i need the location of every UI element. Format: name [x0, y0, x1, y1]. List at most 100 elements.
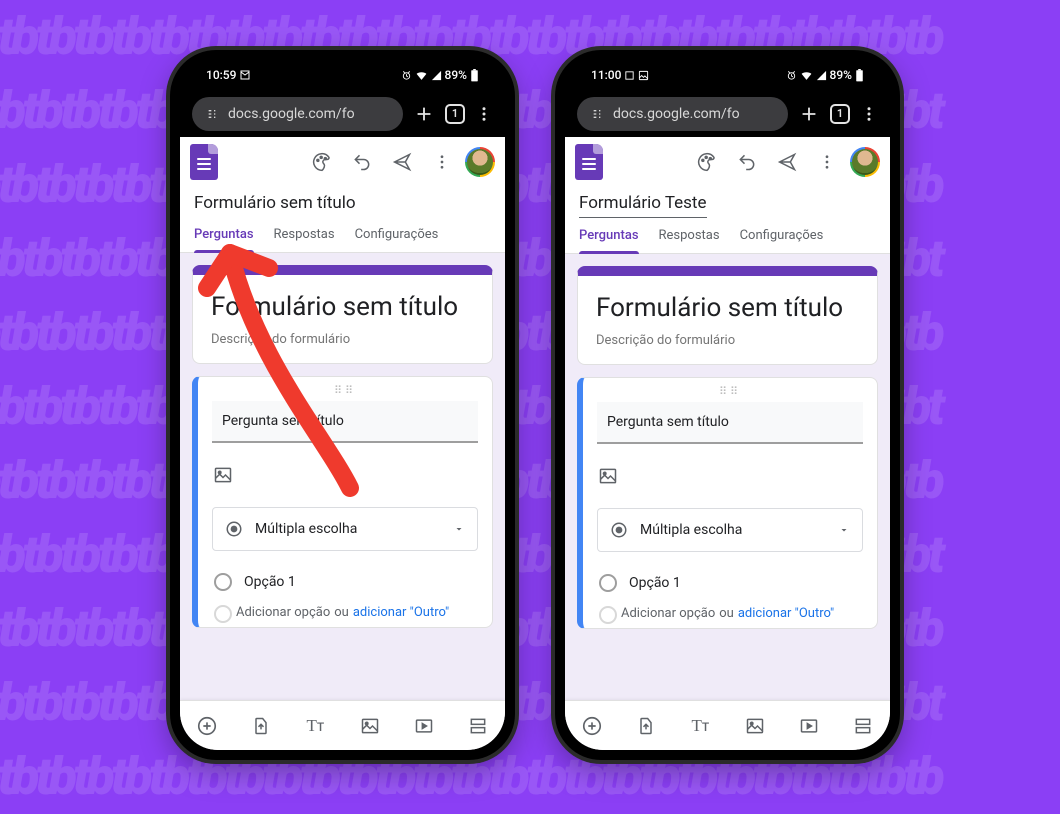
chrome-toolbar: docs.google.com/fo 1	[180, 90, 505, 137]
screen-right: 11:00 89% docs.google.com/fo 1	[565, 60, 890, 750]
add-title-button[interactable]: TT	[303, 714, 327, 738]
undo-button[interactable]	[730, 145, 764, 179]
question-type-selector[interactable]: Múltipla escolha	[212, 507, 478, 551]
tab-responses[interactable]: Respostas	[659, 228, 720, 253]
address-bar[interactable]: docs.google.com/fo	[192, 97, 403, 131]
url-text: docs.google.com/fo	[613, 106, 740, 122]
more-options-button[interactable]	[810, 145, 844, 179]
customize-theme-button[interactable]	[690, 145, 724, 179]
option-label[interactable]: Opção 1	[244, 574, 296, 590]
add-other-link[interactable]: adicionar "Outro"	[353, 605, 449, 623]
or-text: ou	[719, 606, 734, 624]
add-image-button[interactable]	[597, 458, 633, 494]
alarm-icon	[401, 70, 412, 81]
new-tab-button[interactable]	[798, 103, 820, 125]
form-description-input[interactable]: Descrição do formulário	[596, 333, 859, 348]
add-option-link[interactable]: Adicionar opção	[236, 605, 330, 623]
drag-handle-icon[interactable]: ⠿⠿	[212, 387, 478, 401]
option-label[interactable]: Opção 1	[629, 575, 681, 591]
form-description-input[interactable]: Descrição do formulário	[211, 332, 474, 347]
send-button[interactable]	[385, 145, 419, 179]
browser-menu-button[interactable]	[475, 105, 493, 123]
question-card[interactable]: ⠿⠿ Pergunta sem título Múltipla escolha …	[192, 376, 493, 628]
add-video-button[interactable]	[797, 714, 821, 738]
signal-icon	[816, 70, 827, 81]
address-bar[interactable]: docs.google.com/fo	[577, 97, 788, 131]
add-image-button[interactable]	[212, 457, 248, 493]
customize-theme-button[interactable]	[305, 145, 339, 179]
question-type-label: Múltipla escolha	[255, 521, 357, 537]
phone-frame-left: 10:59 89% docs.google.com/fo 1	[170, 50, 515, 760]
import-questions-button[interactable]	[249, 714, 273, 738]
radio-outline-icon	[214, 605, 232, 623]
phone-frame-right: 11:00 89% docs.google.com/fo 1	[555, 50, 900, 760]
battery-icon	[855, 69, 864, 82]
android-status-bar: 10:59 89%	[180, 60, 505, 90]
radio-outline-icon	[214, 573, 232, 591]
question-text-input[interactable]: Pergunta sem título	[212, 401, 478, 443]
add-section-button[interactable]	[466, 714, 490, 738]
new-tab-button[interactable]	[413, 103, 435, 125]
screenshot-notification-icon	[624, 70, 635, 81]
screen-left: 10:59 89% docs.google.com/fo 1	[180, 60, 505, 750]
or-text: ou	[334, 605, 349, 623]
question-type-selector[interactable]: Múltipla escolha	[597, 508, 863, 552]
add-section-button[interactable]	[851, 714, 875, 738]
tab-questions[interactable]: Perguntas	[194, 227, 254, 252]
tab-settings[interactable]: Configurações	[740, 228, 824, 253]
tab-switcher-button[interactable]: 1	[830, 104, 850, 124]
form-tabs: Perguntas Respostas Configurações	[565, 218, 890, 254]
add-video-button[interactable]	[412, 714, 436, 738]
android-status-bar: 11:00 89%	[565, 60, 890, 90]
browser-menu-button[interactable]	[860, 105, 878, 123]
form-canvas[interactable]: Formulário sem título Descrição do formu…	[180, 253, 505, 700]
google-forms-logo-icon[interactable]	[575, 144, 603, 180]
form-title-input[interactable]: Formulário sem título	[596, 292, 859, 325]
chrome-toolbar: docs.google.com/fo 1	[565, 90, 890, 137]
tab-responses[interactable]: Respostas	[274, 227, 335, 252]
question-card[interactable]: ⠿⠿ Pergunta sem título Múltipla escolha …	[577, 377, 878, 629]
site-settings-icon[interactable]	[589, 106, 605, 122]
add-question-button[interactable]	[195, 714, 219, 738]
wifi-icon	[800, 69, 813, 82]
drag-handle-icon[interactable]: ⠿⠿	[597, 388, 863, 402]
question-text-input[interactable]: Pergunta sem título	[597, 402, 863, 444]
radio-outline-icon	[599, 606, 617, 624]
import-questions-button[interactable]	[634, 714, 658, 738]
more-options-button[interactable]	[425, 145, 459, 179]
forms-app-bar	[565, 137, 890, 187]
google-forms-app: Formulário sem título Perguntas Resposta…	[180, 137, 505, 750]
add-question-button[interactable]	[580, 714, 604, 738]
tab-switcher-button[interactable]: 1	[445, 104, 465, 124]
form-tabs: Perguntas Respostas Configurações	[180, 217, 505, 253]
form-title-input[interactable]: Formulário sem título	[211, 291, 474, 324]
form-canvas[interactable]: Formulário sem título Descrição do formu…	[565, 254, 890, 700]
add-option-link[interactable]: Adicionar opção	[621, 606, 715, 624]
document-title-row: Formulário sem título	[180, 187, 505, 217]
option-row[interactable]: Opção 1	[212, 567, 478, 597]
image-notification-icon	[638, 70, 649, 81]
wifi-icon	[415, 69, 428, 82]
tab-settings[interactable]: Configurações	[355, 227, 439, 252]
add-other-link[interactable]: adicionar "Outro"	[738, 606, 834, 624]
document-title-row: Formulário Teste	[565, 187, 890, 218]
status-time: 10:59	[206, 68, 236, 82]
google-forms-app: Formulário Teste Perguntas Respostas Con…	[565, 137, 890, 750]
status-time: 11:00	[591, 68, 621, 82]
undo-button[interactable]	[345, 145, 379, 179]
add-image-button-toolbar[interactable]	[743, 714, 767, 738]
option-row[interactable]: Opção 1	[597, 568, 863, 598]
tab-questions[interactable]: Perguntas	[579, 228, 639, 253]
google-forms-logo-icon[interactable]	[190, 144, 218, 180]
add-image-button-toolbar[interactable]	[358, 714, 382, 738]
form-header-card[interactable]: Formulário sem título Descrição do formu…	[192, 265, 493, 364]
document-title-input[interactable]: Formulário Teste	[579, 193, 707, 218]
account-avatar[interactable]	[850, 147, 880, 177]
document-title-input[interactable]: Formulário sem título	[194, 193, 356, 217]
account-avatar[interactable]	[465, 147, 495, 177]
site-settings-icon[interactable]	[204, 106, 220, 122]
form-header-card[interactable]: Formulário sem título Descrição do formu…	[577, 266, 878, 365]
send-button[interactable]	[770, 145, 804, 179]
add-title-button[interactable]: TT	[688, 714, 712, 738]
forms-app-bar	[180, 137, 505, 187]
